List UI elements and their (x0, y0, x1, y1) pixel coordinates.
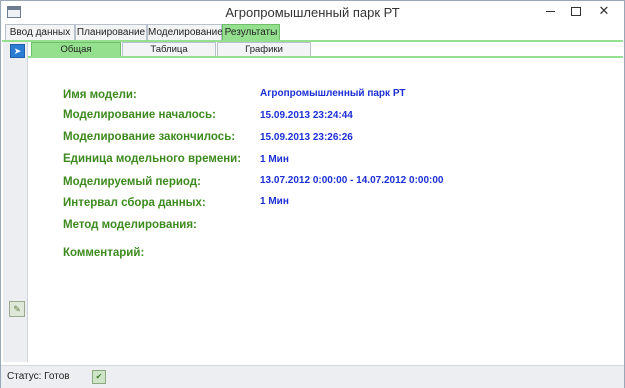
maximize-button[interactable] (565, 3, 587, 19)
note-edit-icon: ✎ (13, 304, 21, 314)
model-name-value: Агропромышленный парк РТ (260, 88, 406, 99)
tab-planning[interactable]: Планирование (75, 24, 147, 41)
method-label: Метод моделирования: (63, 219, 197, 231)
sim-start-label: Моделирование началось: (63, 109, 216, 121)
interval-label: Интервал сбора данных: (63, 197, 206, 209)
sim-end-value: 15.09.2013 23:26:26 (260, 132, 353, 143)
note-edit-button[interactable]: ✎ (9, 301, 25, 317)
interval-value: 1 Мин (260, 196, 289, 207)
title-bar: Агропромышленный парк РТ ✕ (1, 1, 624, 23)
expand-panel-button[interactable]: ➤ (10, 44, 25, 58)
close-button[interactable]: ✕ (593, 3, 615, 19)
sim-end-label: Моделирование закончилось: (63, 131, 236, 143)
tab-results-charts[interactable]: Графики результатов (217, 42, 311, 69)
sim-start-value: 15.09.2013 23:24:44 (260, 110, 353, 121)
time-unit-label: Единица модельного времени: (63, 153, 242, 165)
minimize-icon (545, 11, 555, 13)
period-label: Моделируемый период: (63, 176, 201, 188)
maximize-icon (571, 7, 581, 17)
tab-modeling[interactable]: Моделирование (147, 24, 223, 41)
period-value: 13.07.2012 0:00:00 - 14.07.2012 0:00:00 (260, 175, 444, 186)
check-status-icon[interactable]: ✔ (92, 370, 106, 384)
time-unit-value: 1 Мин (260, 154, 289, 165)
general-info-panel: Имя модели: Агропромышленный парк РТ Мод… (29, 58, 623, 362)
tab-data-input[interactable]: Ввод данных (5, 24, 75, 41)
status-text: Статус: Готов (7, 371, 70, 382)
minimize-button[interactable] (539, 3, 561, 19)
window-title: Агропромышленный парк РТ (225, 5, 400, 20)
model-name-label: Имя модели: (63, 89, 137, 101)
status-bar: Статус: Готов ✔ (1, 365, 624, 388)
expand-arrow-icon: ➤ (13, 46, 22, 56)
comment-label: Комментарий: (63, 247, 145, 259)
app-window: Агропромышленный парк РТ ✕ Ввод данных П… (0, 0, 625, 388)
tab-results-table[interactable]: Таблица результатов (122, 42, 216, 69)
